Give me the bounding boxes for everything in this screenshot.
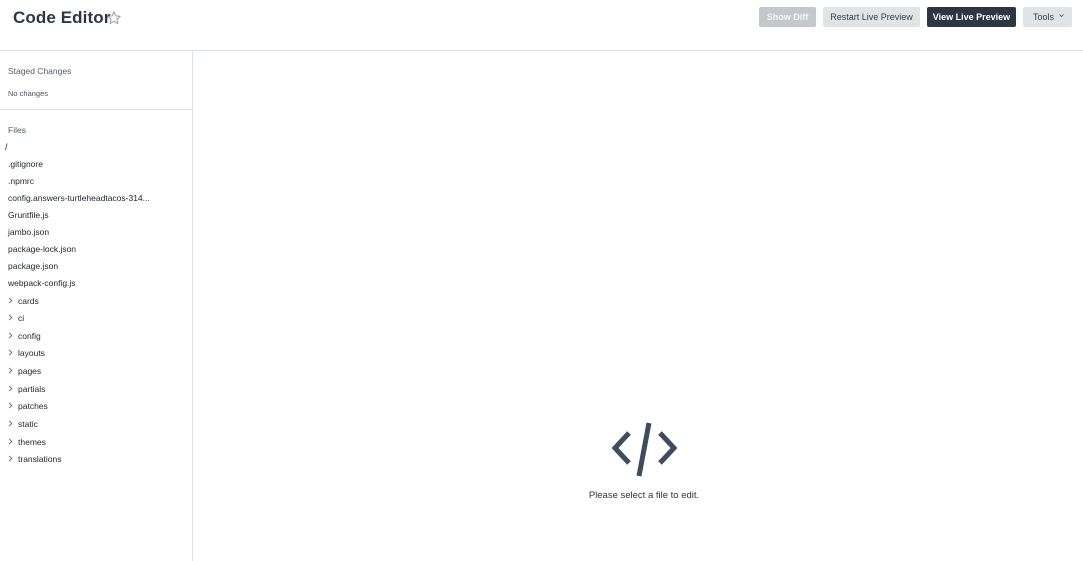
chevron-right-icon xyxy=(8,420,13,427)
sidebar-divider xyxy=(0,109,192,110)
folder-label: partials xyxy=(18,383,46,394)
file-item[interactable]: package-lock.json xyxy=(8,244,76,254)
chevron-right-icon xyxy=(8,332,13,339)
chevron-down-icon xyxy=(1059,14,1064,18)
folder-item[interactable]: translations xyxy=(7,453,61,464)
chevron-right-icon xyxy=(8,314,13,321)
empty-state-message: Please select a file to edit. xyxy=(588,490,700,501)
code-brackets-icon xyxy=(612,422,677,477)
folder-item[interactable]: layouts xyxy=(7,347,45,358)
restart-live-preview-button[interactable]: Restart Live Preview xyxy=(823,7,920,27)
folder-label: config xyxy=(18,330,41,341)
tools-label: Tools xyxy=(1033,12,1055,22)
chevron-right-icon xyxy=(8,349,13,356)
view-live-preview-button[interactable]: View Live Preview xyxy=(927,7,1016,27)
folder-item[interactable]: static xyxy=(7,418,38,429)
file-item[interactable]: webpack-config.js xyxy=(8,278,76,288)
chevron-right-icon xyxy=(8,297,13,304)
sidebar: Staged Changes No changes Files / .gitig… xyxy=(0,51,193,561)
folder-label: pages xyxy=(18,365,42,376)
chevron-right-icon xyxy=(8,367,13,374)
folder-item[interactable]: patches xyxy=(7,400,48,411)
staged-changes-heading: Staged Changes xyxy=(8,66,72,76)
folder-label: static xyxy=(18,418,38,429)
page-title: Code Editor xyxy=(13,8,111,27)
folder-item[interactable]: themes xyxy=(7,436,46,447)
chevron-right-icon xyxy=(8,385,13,392)
folder-label: patches xyxy=(18,400,48,411)
folder-item[interactable]: config xyxy=(7,330,41,341)
file-item[interactable]: .npmrc xyxy=(8,176,34,186)
files-heading: Files xyxy=(8,125,26,135)
file-item[interactable]: package.json xyxy=(8,261,58,271)
folder-label: ci xyxy=(18,312,25,323)
file-item[interactable]: Gruntfile.js xyxy=(8,210,49,220)
tools-dropdown-button[interactable]: Tools xyxy=(1023,7,1072,27)
folder-label: themes xyxy=(18,436,46,447)
file-item[interactable]: config.answers-turtleheadtacos-314... xyxy=(8,193,150,203)
folder-item[interactable]: pages xyxy=(7,365,41,376)
editor-main-panel: Please select a file to edit. xyxy=(193,51,1083,561)
folder-label: translations xyxy=(18,453,62,464)
staged-changes-empty-note: No changes xyxy=(8,89,49,98)
star-icon[interactable] xyxy=(106,10,122,26)
folder-item[interactable]: ci xyxy=(7,312,24,323)
file-item[interactable]: .gitignore xyxy=(8,159,43,169)
chevron-right-icon xyxy=(8,455,13,462)
folder-item[interactable]: cards xyxy=(7,295,39,306)
file-item[interactable]: jambo.json xyxy=(8,227,49,237)
chevron-right-icon xyxy=(8,402,13,409)
folder-item[interactable]: partials xyxy=(7,383,45,394)
folder-label: layouts xyxy=(18,347,45,358)
folder-label: cards xyxy=(18,295,39,306)
file-tree-root[interactable]: / xyxy=(5,142,8,152)
chevron-right-icon xyxy=(8,438,13,445)
show-diff-button[interactable]: Show Diff xyxy=(759,7,816,27)
header-bar: Code Editor Show Diff Restart Live Previ… xyxy=(0,0,1083,51)
